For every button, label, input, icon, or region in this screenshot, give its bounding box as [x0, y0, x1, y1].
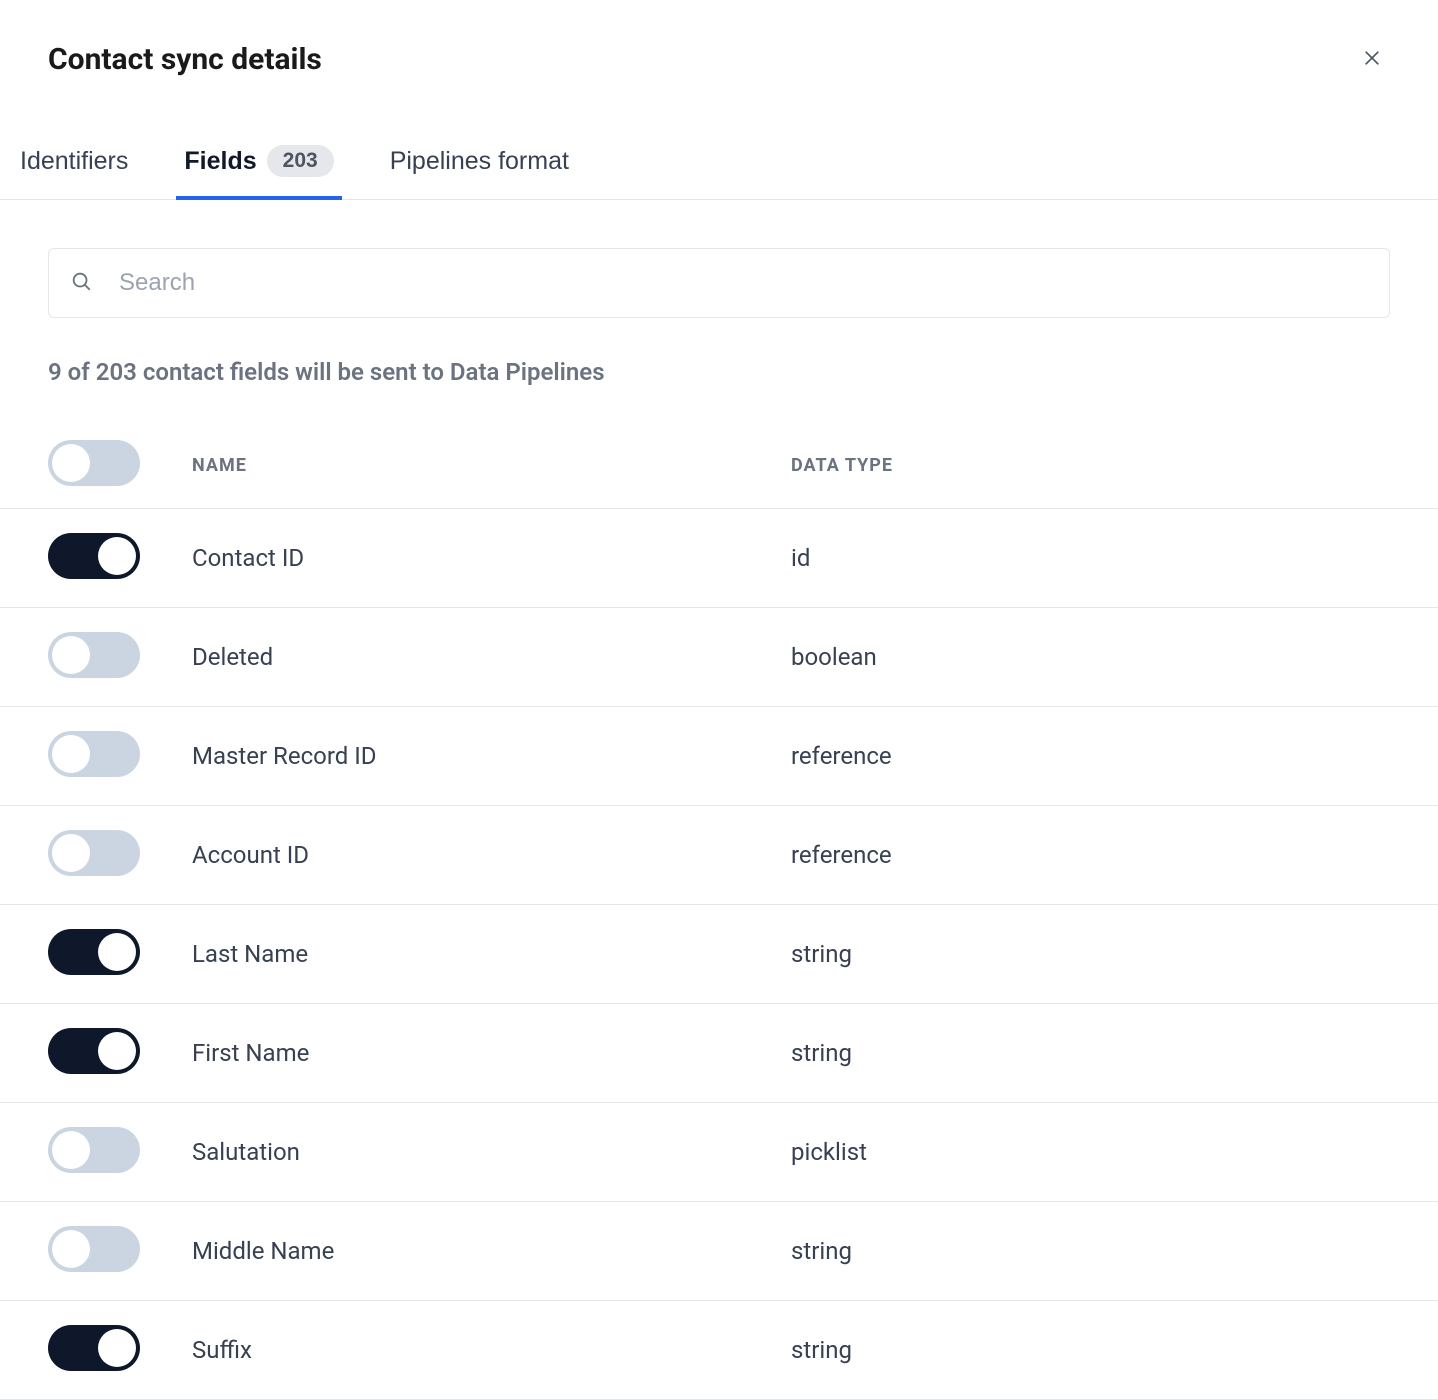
tab-fields[interactable]: Fields 203 [184, 127, 333, 199]
field-toggle[interactable] [48, 830, 140, 876]
field-type: string [791, 1237, 1390, 1265]
field-type: reference [791, 742, 1390, 770]
tab-label: Fields [184, 147, 256, 176]
field-toggle[interactable] [48, 632, 140, 678]
field-name: Contact ID [192, 544, 791, 572]
tab-label: Pipelines format [390, 147, 569, 176]
toggle-knob [52, 444, 90, 482]
table-row: Middle Namestring [0, 1202, 1438, 1301]
field-type: string [791, 1336, 1390, 1364]
field-name: Salutation [192, 1138, 791, 1166]
field-type: reference [791, 841, 1390, 869]
field-type: boolean [791, 643, 1390, 671]
field-toggle[interactable] [48, 1226, 140, 1272]
page-title: Contact sync details [48, 42, 322, 77]
field-name: Master Record ID [192, 742, 791, 770]
field-toggle[interactable] [48, 533, 140, 579]
field-toggle[interactable] [48, 929, 140, 975]
tab-pipelines-format[interactable]: Pipelines format [390, 127, 569, 199]
field-name: Deleted [192, 643, 791, 671]
field-type: string [791, 940, 1390, 968]
status-text: 9 of 203 contact fields will be sent to … [48, 358, 1390, 386]
field-type: id [791, 544, 1390, 572]
toggle-knob [98, 933, 136, 971]
field-toggle[interactable] [48, 1127, 140, 1173]
field-name: Last Name [192, 940, 791, 968]
tab-fields-count-badge: 203 [267, 145, 334, 177]
tab-identifiers[interactable]: Identifiers [20, 127, 128, 199]
toggle-knob [52, 636, 90, 674]
table-row: Contact IDid [0, 509, 1438, 608]
table-row: Account IDreference [0, 806, 1438, 905]
search-input[interactable] [48, 248, 1390, 318]
table-row: Master Record IDreference [0, 707, 1438, 806]
field-name: Middle Name [192, 1237, 791, 1265]
field-toggle[interactable] [48, 1028, 140, 1074]
content: 9 of 203 contact fields will be sent to … [0, 200, 1438, 1400]
table-header: NAME DATA TYPE [0, 422, 1438, 509]
table-row: Last Namestring [0, 905, 1438, 1004]
toggle-knob [52, 1230, 90, 1268]
header: Contact sync details [0, 0, 1438, 127]
search-wrap [48, 248, 1390, 318]
table-row: Deletedboolean [0, 608, 1438, 707]
close-button[interactable] [1354, 40, 1390, 79]
table-row: Suffixstring [0, 1301, 1438, 1400]
toggle-knob [52, 735, 90, 773]
column-header-name: NAME [192, 455, 791, 476]
tab-label: Identifiers [20, 147, 128, 176]
field-type: string [791, 1039, 1390, 1067]
toggle-knob [98, 537, 136, 575]
field-toggle[interactable] [48, 731, 140, 777]
field-name: Account ID [192, 841, 791, 869]
toggle-all[interactable] [48, 440, 140, 486]
field-name: First Name [192, 1039, 791, 1067]
field-toggle[interactable] [48, 1325, 140, 1371]
table-row: First Namestring [0, 1004, 1438, 1103]
toggle-knob [52, 1131, 90, 1169]
table-row: Salutationpicklist [0, 1103, 1438, 1202]
toggle-knob [98, 1329, 136, 1367]
column-header-data-type: DATA TYPE [791, 455, 1390, 476]
tabs: Identifiers Fields 203 Pipelines format [0, 127, 1438, 200]
close-icon [1362, 48, 1382, 71]
toggle-knob [52, 834, 90, 872]
field-type: picklist [791, 1138, 1390, 1166]
toggle-knob [98, 1032, 136, 1070]
field-name: Suffix [192, 1336, 791, 1364]
